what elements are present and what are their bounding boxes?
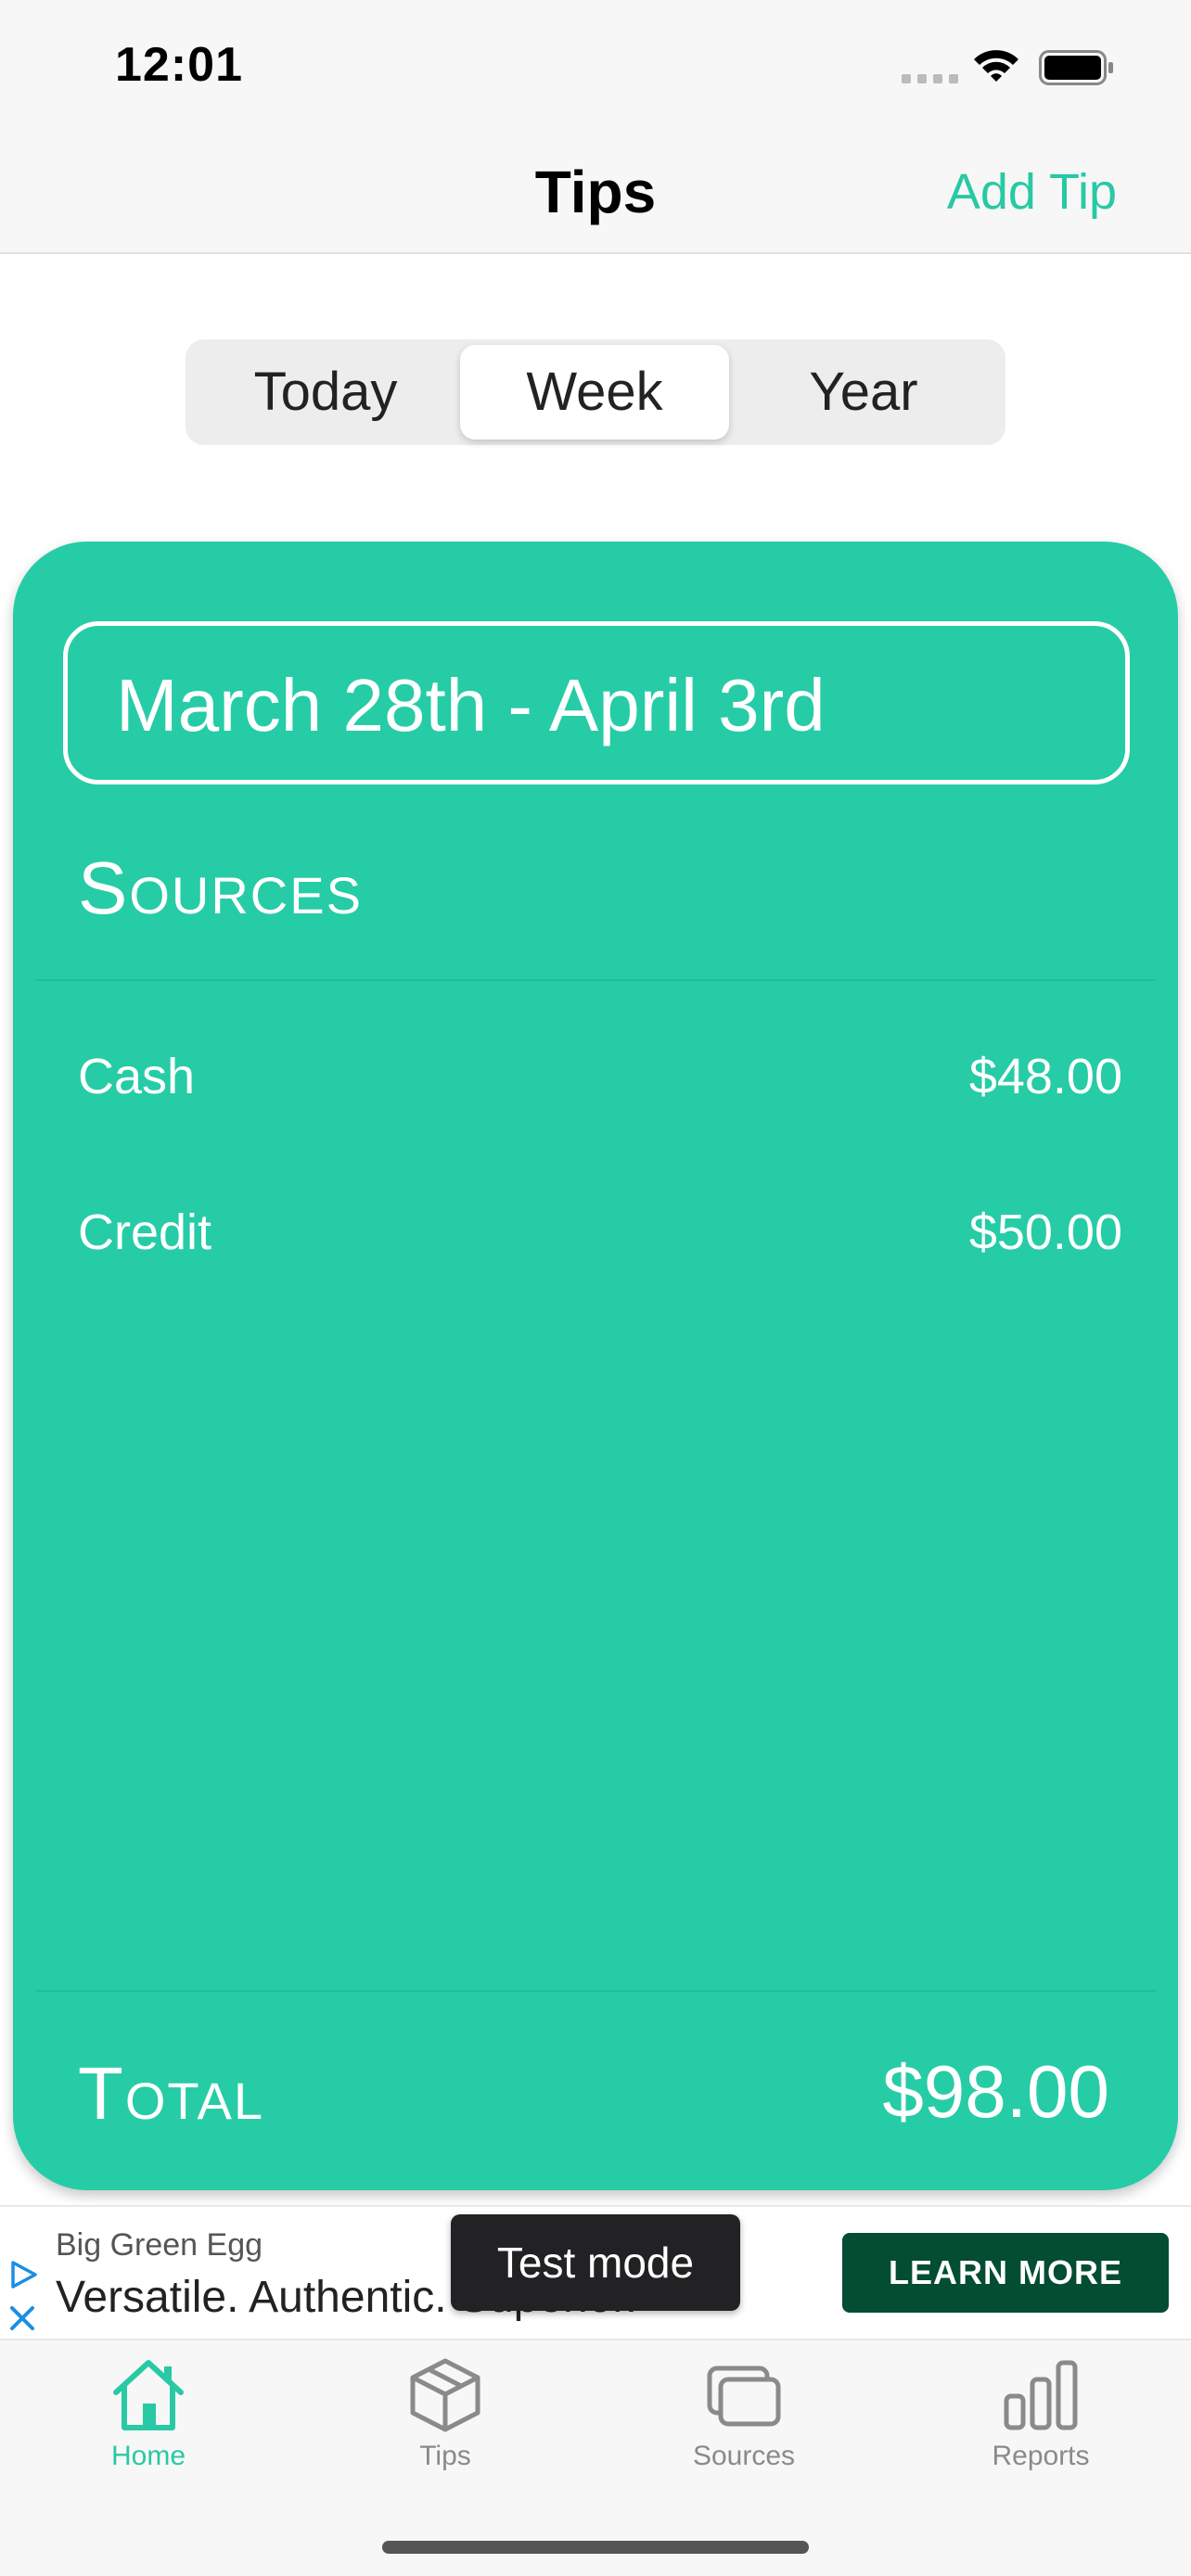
navigation-bar: Tips Add Tip — [0, 130, 1191, 254]
tab-label: Home — [110, 2441, 186, 2471]
total-label: Total — [78, 2052, 264, 2135]
source-row-credit[interactable]: Credit $50.00 — [78, 1204, 1122, 1278]
sources-heading: Sources — [78, 847, 363, 929]
tab-tips[interactable]: Tips — [334, 2355, 557, 2485]
tab-sources[interactable]: Sources — [633, 2355, 855, 2485]
home-icon — [113, 2360, 184, 2430]
source-amount: $48.00 — [968, 1049, 1122, 1104]
segment-week[interactable]: Week — [460, 345, 729, 440]
ad-advertiser: Big Green Egg — [56, 2227, 263, 2263]
home-indicator[interactable] — [382, 2541, 809, 2554]
learn-more-button[interactable]: LEARN MORE — [842, 2233, 1169, 2313]
divider — [35, 1990, 1156, 1992]
source-row-cash[interactable]: Cash $48.00 — [78, 1048, 1122, 1122]
date-range-selector[interactable]: March 28th - April 3rd — [63, 621, 1130, 784]
ad-banner[interactable]: Big Green Egg Versatile. Authentic. Supe… — [0, 2205, 1191, 2340]
status-bar: 12:01 — [0, 0, 1191, 130]
tab-home[interactable]: Home — [37, 2355, 260, 2485]
tips-summary-card: March 28th - April 3rd Sources Cash $48.… — [13, 542, 1178, 2190]
divider — [35, 979, 1156, 981]
wifi-icon — [974, 50, 1018, 82]
add-tip-button[interactable]: Add Tip — [947, 163, 1117, 221]
bar-chart-icon — [1004, 2360, 1078, 2430]
tab-label: Sources — [692, 2441, 796, 2471]
close-icon[interactable] — [7, 2303, 37, 2333]
tab-label: Reports — [992, 2441, 1090, 2471]
source-name: Credit — [78, 1205, 212, 1260]
source-name: Cash — [78, 1049, 196, 1104]
ad-choices-icon[interactable] — [7, 2259, 39, 2290]
cards-icon — [707, 2366, 781, 2427]
period-segmented-control: Today Week Year — [186, 339, 1005, 445]
test-mode-badge: Test mode — [451, 2214, 740, 2311]
tab-label: Tips — [419, 2441, 471, 2471]
tab-reports[interactable]: Reports — [929, 2355, 1152, 2485]
segment-today[interactable]: Today — [191, 345, 460, 440]
total-amount: $98.00 — [882, 2050, 1109, 2133]
source-amount: $50.00 — [968, 1205, 1122, 1260]
box-icon — [410, 2358, 480, 2432]
battery-icon — [1039, 50, 1113, 85]
date-range-label: March 28th - April 3rd — [116, 664, 826, 746]
segment-year[interactable]: Year — [729, 345, 998, 440]
cellular-signal-icon — [902, 74, 958, 83]
status-time: 12:01 — [115, 38, 243, 92]
